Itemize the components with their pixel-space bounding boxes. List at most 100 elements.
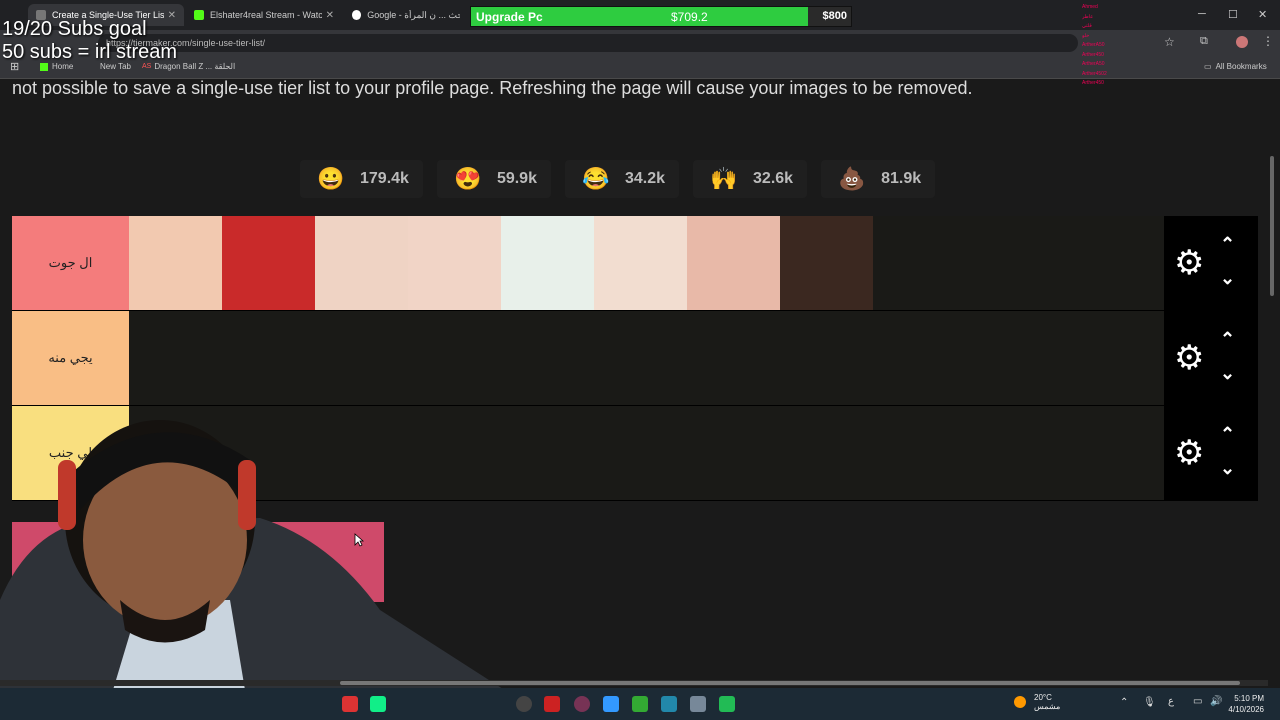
microphone-icon[interactable]: 🎙 xyxy=(1143,697,1156,708)
address-bar[interactable]: https://tiermaker.com/single-use-tier-li… xyxy=(98,34,1078,52)
folder-icon: ▭ xyxy=(1204,62,1212,71)
tier-item-cartoon-leg[interactable] xyxy=(129,216,222,310)
tab-kick-stream[interactable]: Elshater4real Stream - Watch Li... ✕ xyxy=(186,4,342,26)
streamer-webcam xyxy=(0,420,520,720)
tier-row: ال جوت ⚙ ⌃ ⌄ xyxy=(12,216,1258,311)
language-icon[interactable]: ع xyxy=(1168,696,1174,707)
chat-message: ArtherA50 xyxy=(1082,42,1105,48)
chevron-up-icon[interactable]: ⌃ xyxy=(1220,424,1235,445)
tier-controls: ⚙ ⌃ ⌄ xyxy=(1164,216,1258,310)
sun-icon xyxy=(1014,696,1026,708)
clock-time: 5:10 PM xyxy=(1234,694,1264,703)
tier-item-cartoon-figure[interactable] xyxy=(501,216,594,310)
single-use-notice: not possible to save a single-use tier l… xyxy=(12,78,973,98)
brave-icon[interactable] xyxy=(342,696,358,712)
reaction-count: 34.2k xyxy=(624,170,666,187)
kick-favicon-icon xyxy=(194,10,204,20)
profile-avatar[interactable] xyxy=(1236,36,1248,48)
poop-icon: 💩 xyxy=(838,166,866,191)
anime-site-icon: AS xyxy=(142,63,152,70)
donation-target-amount: $800 xyxy=(822,10,847,22)
chevron-down-icon[interactable]: ⌄ xyxy=(1220,458,1235,479)
app-icon[interactable] xyxy=(544,696,560,712)
vertical-scrollbar[interactable] xyxy=(1268,150,1276,685)
horizontal-scrollbar[interactable] xyxy=(0,680,1268,686)
network-icon[interactable]: ▭ xyxy=(1193,696,1202,707)
close-tab-icon[interactable]: ✕ xyxy=(326,10,334,21)
tier-item-shoulder[interactable] xyxy=(315,216,408,310)
close-window-icon[interactable]: ✕ xyxy=(1258,8,1267,21)
chevron-up-icon[interactable]: ⌃ xyxy=(1220,329,1235,350)
weather-condition: مشمس xyxy=(1034,702,1061,711)
maximize-icon[interactable]: ☐ xyxy=(1228,8,1238,21)
laughing-face-icon: 😂 xyxy=(582,166,610,191)
google-favicon-icon xyxy=(352,10,362,20)
chat-message: Ahmed xyxy=(1082,4,1098,10)
tier-label[interactable]: ال جوت xyxy=(12,216,129,310)
tier-items xyxy=(129,311,1258,405)
reaction-count: 59.9k xyxy=(496,170,537,187)
reaction-count: 179.4k xyxy=(360,170,409,187)
tier-item-face[interactable] xyxy=(594,216,687,310)
gear-icon[interactable]: ⚙ xyxy=(1174,341,1208,375)
reaction-button[interactable]: 🙌 32.6k xyxy=(693,160,808,198)
app-icon[interactable] xyxy=(661,696,677,712)
chat-message: Arther450 xyxy=(1082,51,1104,58)
tab-label: Elshater4real Stream - Watch Li... xyxy=(210,10,322,20)
minimize-icon[interactable]: ─ xyxy=(1198,8,1206,20)
reaction-count: 81.9k xyxy=(881,170,922,187)
tier-controls: ⚙ ⌃ ⌄ xyxy=(1164,406,1258,500)
tray-chevron-icon[interactable]: ⌃ xyxy=(1120,697,1128,708)
raised-hands-icon: 🙌 xyxy=(710,166,738,191)
chat-message: Arther450 xyxy=(1082,80,1104,86)
chevron-down-icon[interactable]: ⌄ xyxy=(1220,268,1235,289)
gear-icon[interactable]: ⚙ xyxy=(1174,246,1208,280)
tier-item-woman-portrait[interactable] xyxy=(780,216,873,310)
chevron-down-icon[interactable]: ⌄ xyxy=(1220,363,1235,384)
system-clock[interactable]: 5:10 PM 4/10/2026 xyxy=(1228,693,1264,715)
tier-item-nose[interactable] xyxy=(687,216,780,310)
chat-message: Arther4502 xyxy=(1082,70,1107,77)
app-icon[interactable] xyxy=(370,696,386,712)
tab-label: Google - بحث ... ن المرأة xyxy=(367,9,460,20)
heart-eyes-icon: 😍 xyxy=(454,166,482,191)
goal-line-2: 50 subs = irl stream xyxy=(2,41,178,63)
app-icon[interactable] xyxy=(574,696,590,712)
reaction-button[interactable]: 😍 59.9k xyxy=(436,160,551,198)
menu-icon[interactable]: ⋮ xyxy=(1262,34,1274,48)
chat-message: قلتي xyxy=(1082,23,1092,29)
reaction-button[interactable]: 💩 81.9k xyxy=(821,160,936,198)
windows-taskbar: 20°C مشمس ⌃ 🎙 ع ▭ 🔊 5:10 PM 4/10/2026 xyxy=(0,688,1280,720)
reaction-button[interactable]: 😀 179.4k xyxy=(300,160,423,198)
clock-date: 4/10/2026 xyxy=(1228,705,1264,714)
scrollbar-thumb[interactable] xyxy=(1270,156,1274,296)
tier-item-red-suit-figure[interactable] xyxy=(222,216,315,310)
scrollbar-thumb[interactable] xyxy=(340,681,1240,685)
tier-controls: ⚙ ⌃ ⌄ xyxy=(1164,311,1258,405)
donation-goal-label: Upgrade Pc xyxy=(476,10,543,24)
chat-message: عاطر xyxy=(1082,13,1094,20)
reaction-button[interactable]: 😂 34.2k xyxy=(564,160,680,198)
app-icon[interactable] xyxy=(719,696,735,712)
tier-label[interactable]: يجي منه xyxy=(12,311,129,405)
donation-goal-bar: Upgrade Pc $709.2 $800 xyxy=(470,6,852,27)
gear-icon[interactable]: ⚙ xyxy=(1174,436,1208,470)
tier-item-hand[interactable] xyxy=(408,216,501,310)
excel-icon[interactable] xyxy=(632,696,648,712)
tier-items xyxy=(129,216,1258,310)
obs-icon[interactable] xyxy=(516,696,532,712)
weather-widget[interactable]: 20°C مشمس xyxy=(1014,693,1060,711)
subs-goal-overlay: 19/20 Subs goal 50 subs = irl stream xyxy=(2,18,177,64)
reaction-bar: 😀 179.4k 😍 59.9k 😂 34.2k 🙌 32.6k 💩 81.9k xyxy=(300,160,936,198)
settings-icon[interactable] xyxy=(690,696,706,712)
stream-chat-overlay: Ahmed عاطر قلتي خلو ArtherA50 Arther450 Arther… xyxy=(1082,4,1197,149)
extensions-icon[interactable]: ⧉ xyxy=(1200,35,1208,48)
volume-icon[interactable]: 🔊 xyxy=(1210,696,1222,707)
chat-message: ArtherA50 xyxy=(1082,61,1105,67)
bookmark-label: All Bookmarks xyxy=(1215,62,1267,71)
mouse-cursor-icon xyxy=(354,533,364,547)
chevron-up-icon[interactable]: ⌃ xyxy=(1220,234,1235,255)
all-bookmarks[interactable]: ▭ All Bookmarks xyxy=(1204,62,1267,71)
tab-google-search[interactable]: Google - بحث ... ن المرأة xyxy=(344,4,468,26)
app-icon[interactable] xyxy=(603,696,619,712)
